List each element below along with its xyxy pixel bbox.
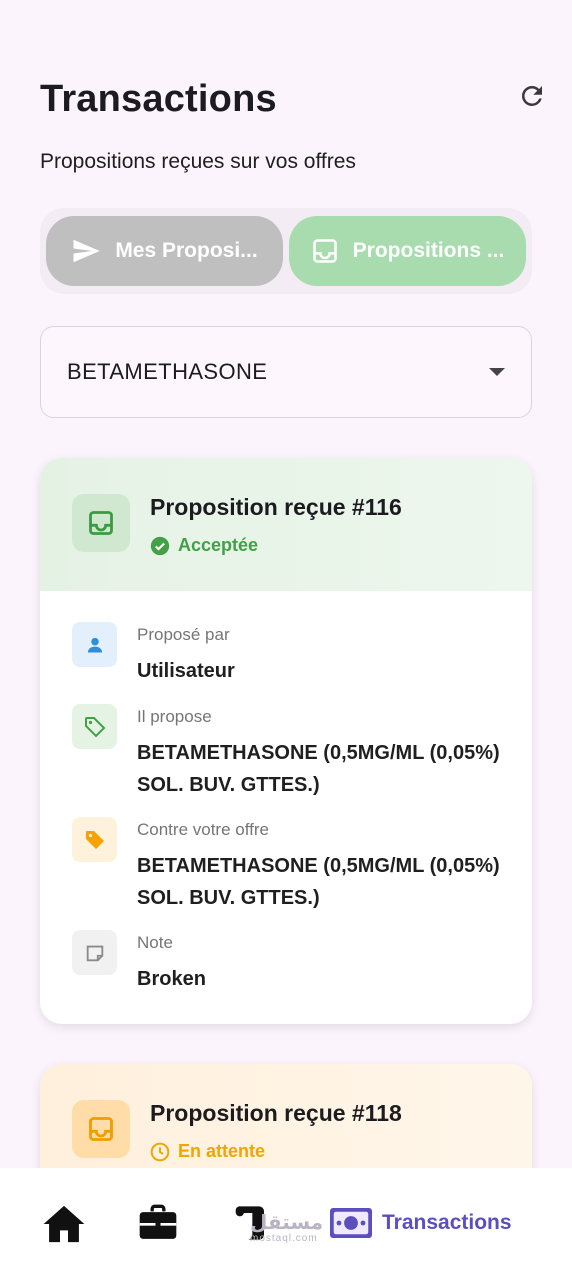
- check-circle-icon: [150, 536, 170, 555]
- status-badge: Acceptée: [150, 535, 258, 556]
- watermark-main: مستقل: [250, 1212, 324, 1234]
- row-value: Utilisateur: [137, 660, 235, 682]
- row-label: Il propose: [137, 707, 212, 726]
- proposals-toggle: Mes Proposi... Propositions ...: [40, 208, 532, 294]
- nav-home[interactable]: [42, 1204, 86, 1244]
- chevron-down-icon: [489, 368, 505, 376]
- status-text: Acceptée: [178, 535, 259, 555]
- status-bar: [0, 0, 572, 48]
- person-icon: [72, 622, 117, 667]
- tab-my-proposals-label: Mes Proposi...: [115, 239, 258, 262]
- inbox-icon: [72, 1100, 130, 1158]
- tab-received-proposals[interactable]: Propositions ...: [289, 216, 526, 286]
- inbox-icon: [312, 239, 337, 263]
- card-title: Proposition reçue #116: [150, 494, 402, 520]
- inbox-icon: [72, 494, 130, 552]
- clock-icon: [150, 1142, 170, 1161]
- row-value: BETAMETHASONE (0,5MG/ML (0,05%) SOL. BUV…: [137, 742, 500, 796]
- watermark: مستقل mostaql.com: [250, 1210, 323, 1244]
- row-value: Broken: [137, 968, 206, 990]
- page-title: Transactions: [40, 78, 277, 120]
- tab-received-proposals-label: Propositions ...: [352, 239, 505, 262]
- nav-offers[interactable]: [138, 1204, 178, 1242]
- medication-filter-dropdown[interactable]: BETAMETHASONE: [40, 326, 532, 418]
- note-row: Note Broken: [72, 930, 512, 990]
- watermark-sub: mostaql.com: [250, 1233, 318, 1244]
- offered-item-row: Il propose BETAMETHASONE (0,5MG/ML (0,05…: [72, 704, 512, 800]
- home-icon: [43, 1205, 85, 1243]
- proposal-card[interactable]: Proposition reçue #116 Acceptée Proposé …: [40, 458, 532, 1024]
- dropdown-value: BETAMETHASONE: [67, 359, 268, 384]
- row-label: Proposé par: [137, 625, 230, 644]
- nav-transactions[interactable]: Transactions: [330, 1208, 512, 1238]
- row-label: Note: [137, 933, 173, 952]
- your-offer-row: Contre votre offre BETAMETHASONE (0,5MG/…: [72, 817, 512, 913]
- card-title: Proposition reçue #118: [150, 1100, 402, 1126]
- card-header: Proposition reçue #116 Acceptée: [40, 458, 532, 591]
- tag-icon: [72, 817, 117, 862]
- briefcase-icon: [139, 1204, 177, 1239]
- tag-outline-icon: [72, 704, 117, 749]
- tab-my-proposals[interactable]: Mes Proposi...: [46, 216, 283, 286]
- row-label: Contre votre offre: [137, 820, 269, 839]
- refresh-button[interactable]: [514, 78, 550, 114]
- refresh-icon: [521, 86, 542, 106]
- page-subtitle: Propositions reçues sur vos offres: [40, 150, 356, 173]
- send-icon: [73, 239, 101, 263]
- proposed-by-row: Proposé par Utilisateur: [72, 622, 512, 682]
- status-badge: En attente: [150, 1141, 265, 1162]
- row-value: BETAMETHASONE (0,5MG/ML (0,05%) SOL. BUV…: [137, 855, 500, 909]
- money-icon: [330, 1208, 372, 1238]
- nav-transactions-label: Transactions: [382, 1211, 512, 1234]
- status-text: En attente: [178, 1141, 266, 1161]
- note-icon: [72, 930, 117, 975]
